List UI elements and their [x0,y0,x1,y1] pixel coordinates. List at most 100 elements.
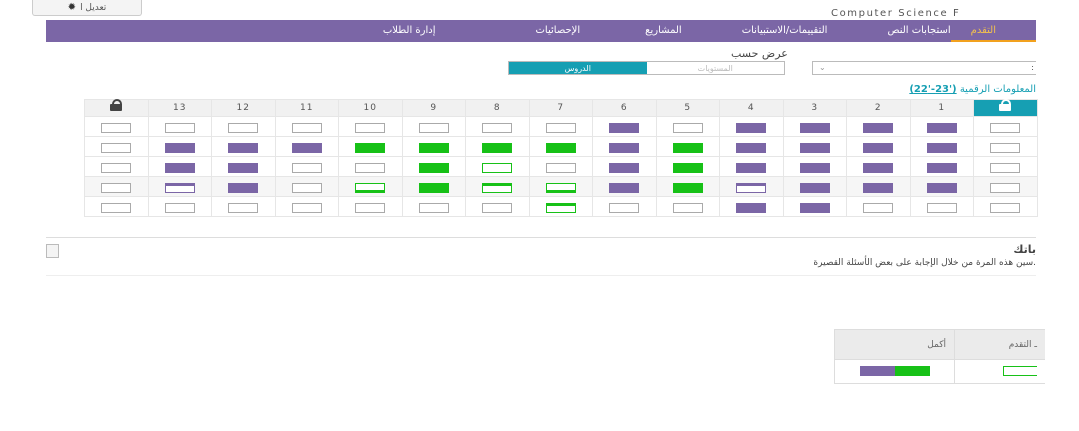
nav-tab-1[interactable]: استجابات النص [827,20,950,42]
lesson-column-header[interactable]: 1 [909,99,974,117]
progress-indicator[interactable] [736,122,767,133]
progress-indicator[interactable] [101,182,132,193]
progress-indicator[interactable] [926,182,957,193]
unlock-column-header[interactable] [973,99,1038,117]
progress-indicator[interactable] [609,142,640,153]
progress-indicator[interactable] [926,122,957,133]
progress-indicator[interactable] [736,142,767,153]
progress-indicator[interactable] [418,142,449,153]
nav-tab-2[interactable]: التقييمات/الاستبيانات [682,20,828,42]
progress-indicator[interactable] [101,122,132,133]
progress-indicator[interactable] [545,142,576,153]
progress-indicator[interactable] [545,202,576,213]
progress-indicator[interactable] [863,202,894,213]
progress-indicator[interactable] [355,162,386,173]
progress-indicator[interactable] [990,122,1021,133]
progress-indicator[interactable] [736,162,767,173]
progress-indicator[interactable] [990,162,1021,173]
progress-indicator[interactable] [799,182,830,193]
progress-indicator[interactable] [863,162,894,173]
progress-indicator[interactable] [291,182,322,193]
progress-indicator[interactable] [228,162,259,173]
school-year-link[interactable]: المعلومات الرقمية ('23-'22) [909,84,1036,95]
progress-indicator[interactable] [863,122,894,133]
progress-indicator[interactable] [990,182,1021,193]
progress-indicator[interactable] [736,182,767,193]
progress-indicator[interactable] [418,122,449,133]
progress-indicator[interactable] [291,202,322,213]
progress-indicator[interactable] [355,182,386,193]
progress-indicator[interactable] [672,202,703,213]
progress-indicator[interactable] [482,142,513,153]
lesson-column-header[interactable]: 13 [147,99,212,117]
progress-indicator[interactable] [609,202,640,213]
progress-indicator[interactable] [799,202,830,213]
section-select[interactable]: ⌄ : [812,61,1036,75]
progress-indicator[interactable] [355,142,386,153]
progress-indicator[interactable] [101,162,132,173]
lesson-column-header[interactable]: 4 [719,99,784,117]
progress-indicator[interactable] [926,162,957,173]
progress-indicator[interactable] [164,202,195,213]
progress-indicator[interactable] [863,142,894,153]
progress-indicator[interactable] [482,182,513,193]
progress-indicator[interactable] [228,122,259,133]
nav-tab-5[interactable]: إدارة الطلاب [383,20,436,42]
lesson-column-header[interactable]: 9 [401,99,466,117]
progress-indicator[interactable] [799,162,830,173]
progress-indicator[interactable] [228,182,259,193]
task-checkbox[interactable] [46,244,59,258]
progress-indicator[interactable] [101,202,132,213]
nav-tab-4[interactable]: الإحصائيات [436,20,581,42]
edit-button[interactable]: ✹ تعديل ا [32,0,142,16]
lesson-column-header[interactable]: 11 [274,99,339,117]
progress-indicator[interactable] [609,182,640,193]
nav-tab-3[interactable]: المشاريع [580,20,682,42]
progress-indicator[interactable] [799,142,830,153]
lock-column-header[interactable] [84,99,149,117]
progress-indicator[interactable] [672,142,703,153]
progress-indicator[interactable] [101,142,132,153]
progress-indicator[interactable] [609,122,640,133]
lesson-column-header[interactable]: 12 [211,99,276,117]
progress-indicator[interactable] [609,162,640,173]
lesson-column-header[interactable]: 6 [592,99,657,117]
progress-indicator[interactable] [418,162,449,173]
lesson-column-header[interactable]: 5 [655,99,720,117]
progress-indicator[interactable] [164,162,195,173]
progress-indicator[interactable] [164,122,195,133]
lesson-column-header[interactable]: 3 [782,99,847,117]
progress-indicator[interactable] [545,162,576,173]
progress-indicator[interactable] [291,162,322,173]
view-by-levels-option[interactable]: المستويات [646,62,784,74]
lesson-column-header[interactable]: 2 [846,99,911,117]
progress-indicator[interactable] [228,142,259,153]
progress-indicator[interactable] [736,202,767,213]
progress-indicator[interactable] [926,142,957,153]
view-by-lessons-option[interactable]: الدروس [509,62,647,74]
progress-indicator[interactable] [164,142,195,153]
lesson-column-header[interactable]: 8 [465,99,530,117]
progress-indicator[interactable] [355,122,386,133]
lesson-column-header[interactable]: 10 [338,99,403,117]
progress-indicator[interactable] [418,202,449,213]
progress-indicator[interactable] [672,122,703,133]
progress-indicator[interactable] [164,182,195,193]
progress-indicator[interactable] [228,202,259,213]
progress-indicator[interactable] [990,202,1021,213]
progress-indicator[interactable] [672,162,703,173]
progress-indicator[interactable] [355,202,386,213]
nav-tab-0[interactable]: التقدم [950,20,1037,42]
progress-indicator[interactable] [672,182,703,193]
progress-indicator[interactable] [291,122,322,133]
progress-indicator[interactable] [291,142,322,153]
progress-indicator[interactable] [926,202,957,213]
progress-indicator[interactable] [482,202,513,213]
progress-indicator[interactable] [799,122,830,133]
progress-indicator[interactable] [863,182,894,193]
progress-indicator[interactable] [418,182,449,193]
progress-indicator[interactable] [482,122,513,133]
progress-indicator[interactable] [482,162,513,173]
progress-indicator[interactable] [545,182,576,193]
lesson-column-header[interactable]: 7 [528,99,593,117]
